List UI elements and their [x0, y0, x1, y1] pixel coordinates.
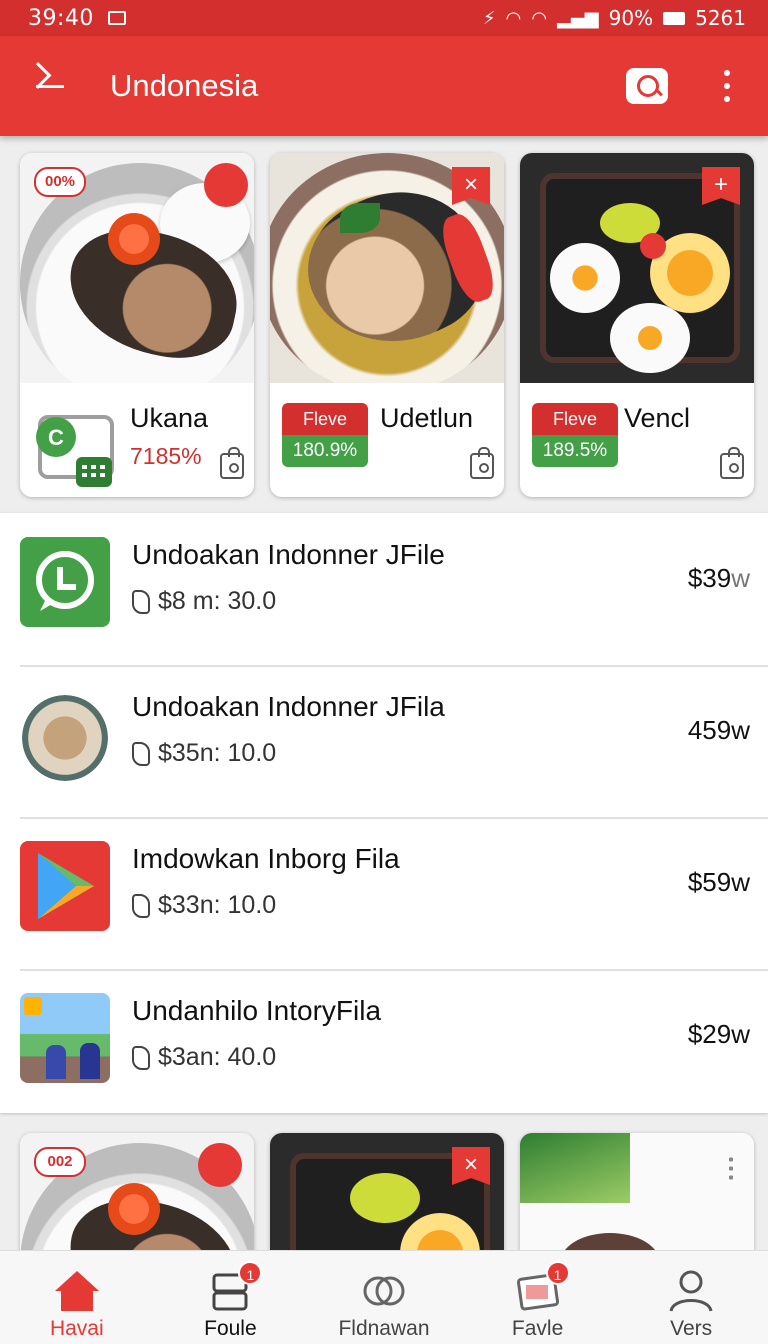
card-rating: 180.9% — [282, 435, 368, 467]
person-icon — [669, 1270, 713, 1312]
notification-badge: 1 — [545, 1261, 570, 1285]
chat-app-icon — [20, 537, 110, 627]
item-meta: $35n: 10.0 — [132, 739, 276, 768]
product-card[interactable]: + Fleve 189.5% Vencl — [520, 153, 754, 497]
card-tag: Fleve — [282, 403, 368, 435]
list-item[interactable]: Undoakan Indonner JFila $35n: 10.0 459w — [0, 665, 768, 817]
top-card-row: 00% C Ukana 7185% × Fleve 180.9% Udetlun… — [20, 153, 754, 497]
item-price: $39w — [687, 563, 750, 593]
notification-badge: 1 — [238, 1261, 263, 1285]
product-card[interactable]: × Fleve 180.9% Udetlun — [270, 153, 504, 497]
vibrate-icon: ⚡ — [483, 7, 496, 29]
search-icon[interactable] — [626, 68, 668, 104]
photo-thumbnail-icon — [20, 993, 110, 1083]
item-name: Undanhilo IntoryFila — [132, 995, 382, 1026]
shopping-bag-icon[interactable] — [470, 447, 494, 479]
shopping-bag-icon[interactable] — [720, 447, 744, 479]
card-info: Fleve 180.9% Udetlun — [270, 383, 504, 497]
discount-badge: 00% — [34, 167, 86, 197]
home-icon — [54, 1271, 99, 1311]
bottom-navigation: Havai 1 Foule Fldnawan 1 Favle Vers — [0, 1250, 768, 1344]
food-image: × — [270, 153, 504, 383]
item-price: 459w — [687, 715, 750, 745]
item-meta: $3an: 40.0 — [132, 1043, 276, 1072]
nav-label: Foule — [204, 1317, 257, 1340]
chat-app-icon: C — [36, 415, 114, 487]
card-title: Ukana — [130, 403, 209, 433]
image-card-icon: 1 — [514, 1261, 570, 1313]
status-time: 39:40 — [28, 5, 94, 31]
item-price: $29w — [687, 1019, 750, 1049]
product-card[interactable]: 00% C Ukana 7185% — [20, 153, 254, 497]
list-item[interactable]: Undanhilo IntoryFila $3an: 40.0 $29w — [0, 969, 768, 1121]
item-price: $59w — [687, 867, 750, 897]
food-plate-icon — [22, 695, 108, 781]
item-meta: $33n: 10.0 — [132, 891, 276, 920]
layers-icon: 1 — [206, 1261, 263, 1313]
item-meta: $8 m: 30.0 — [132, 587, 276, 616]
coin-icon — [132, 741, 150, 766]
discount-badge: 002 — [34, 1147, 86, 1177]
nav-label: Fldnawan — [338, 1317, 430, 1340]
status-icons: ⚡ ◠ ◠ ▂▄▆ 90% 5261 — [483, 6, 746, 30]
nav-item-vers[interactable]: Vers — [614, 1251, 768, 1344]
nav-item-havai[interactable]: Havai — [0, 1251, 154, 1344]
card-title: Udetlun — [380, 403, 474, 433]
rings-icon — [363, 1276, 405, 1306]
svg-text:C: C — [48, 425, 64, 450]
card-info: Fleve 189.5% Vencl — [520, 383, 754, 497]
card-title: Vencl — [624, 403, 691, 433]
status-bar: 39:40 ⚡ ◠ ◠ ▂▄▆ 90% 5261 — [0, 0, 768, 36]
item-name: Undoakan Indonner JFile — [132, 539, 445, 570]
back-arrow-icon[interactable] — [30, 66, 70, 106]
wifi-icon-2: ◠ — [531, 7, 548, 29]
app-bar: Undonesia — [0, 36, 768, 136]
item-name: Imdowkan Inborg Fila — [132, 843, 400, 874]
status-clock-right: 5261 — [695, 6, 746, 30]
list-item[interactable]: Imdowkan Inborg Fila $33n: 10.0 $59w — [0, 817, 768, 969]
coin-icon — [132, 1045, 150, 1070]
nav-label: Havai — [49, 1317, 104, 1340]
nav-item-fldnawan[interactable]: Fldnawan — [307, 1251, 461, 1344]
wifi-icon: ◠ — [505, 7, 522, 29]
food-image: + — [520, 153, 754, 383]
list-item[interactable]: Undoakan Indonner JFile $8 m: 30.0 $39w — [0, 513, 768, 665]
card-percent: 7185% — [130, 443, 202, 469]
item-list: Undoakan Indonner JFile $8 m: 30.0 $39w … — [0, 513, 768, 1113]
nav-item-foule[interactable]: 1 Foule — [154, 1251, 308, 1344]
nav-label: Vers — [670, 1317, 713, 1340]
shopping-bag-icon[interactable] — [220, 447, 244, 479]
nav-item-favle[interactable]: 1 Favle — [461, 1251, 615, 1344]
nav-label: Favle — [511, 1317, 564, 1340]
item-name: Undoakan Indonner JFila — [132, 691, 445, 722]
coin-icon — [132, 589, 150, 614]
card-tag: Fleve — [532, 403, 618, 435]
sim-icon — [107, 11, 126, 25]
more-options-icon[interactable] — [728, 1155, 734, 1181]
play-store-icon — [20, 841, 110, 931]
battery-icon — [663, 11, 686, 25]
card-rating: 189.5% — [532, 435, 618, 467]
more-options-icon[interactable] — [712, 66, 742, 106]
coin-icon — [132, 893, 150, 918]
card-info: C Ukana 7185% — [20, 383, 254, 497]
signal-icon: ▂▄▆ — [557, 7, 599, 29]
page-title: Undonesia — [110, 68, 259, 103]
food-image: 00% — [20, 153, 254, 383]
battery-percent: 90% — [608, 6, 654, 30]
